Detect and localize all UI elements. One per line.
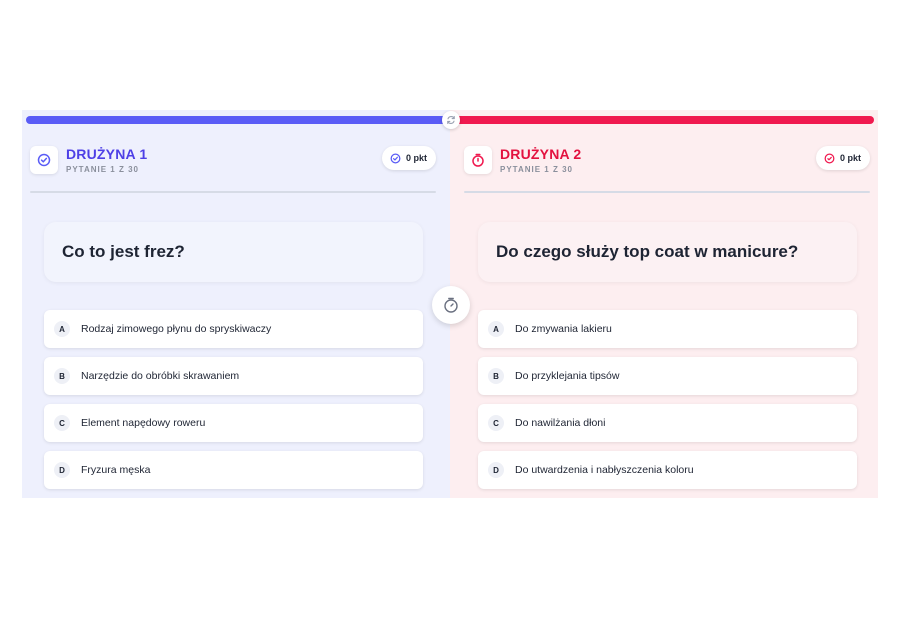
team1-answer-c[interactable]: C Element napędowy roweru — [44, 404, 423, 442]
answer-text: Do nawilżania dłoni — [515, 417, 606, 429]
team2-answer-d[interactable]: D Do utwardzenia i nabłyszczenia koloru — [478, 451, 857, 489]
answer-text: Do przyklejania tipsów — [515, 370, 620, 382]
team1-panel: DRUŻYNA 1 PYTANIE 1 Z 30 0 pkt Co to jes… — [22, 110, 450, 498]
team2-panel: DRUŻYNA 2 PYTANIE 1 Z 30 0 pkt Do czego … — [450, 110, 878, 498]
answer-letter: A — [54, 321, 70, 337]
team1-answer-b[interactable]: B Narzędzie do obróbki skrawaniem — [44, 357, 423, 395]
team2-header: DRUŻYNA 2 PYTANIE 1 Z 30 0 pkt — [464, 146, 870, 176]
answer-letter: D — [54, 462, 70, 478]
team1-question: Co to jest frez? — [44, 222, 423, 282]
team1-score: 0 pkt — [405, 153, 427, 163]
team2-score-badge: 0 pkt — [815, 146, 870, 170]
answer-letter: A — [488, 321, 504, 337]
team2-answer-c[interactable]: C Do nawilżania dłoni — [478, 404, 857, 442]
stopwatch-icon — [432, 286, 470, 324]
answer-text: Narzędzie do obróbki skrawaniem — [81, 370, 240, 382]
answer-text: Element napędowy roweru — [81, 417, 206, 429]
team1-answer-d[interactable]: D Fryzura męska — [44, 451, 423, 489]
team1-progress-bar — [26, 116, 450, 124]
answer-letter: D — [488, 462, 504, 478]
check-circle-icon — [390, 153, 401, 164]
answer-text: Do utwardzenia i nabłyszczenia koloru — [515, 464, 694, 476]
stopwatch-icon — [464, 146, 492, 174]
team2-name: DRUŻYNA 2 — [500, 146, 582, 162]
team2-progress: PYTANIE 1 Z 30 — [500, 165, 573, 174]
answer-letter: B — [54, 368, 70, 384]
answer-letter: C — [488, 415, 504, 431]
team2-question: Do czego służy top coat w manicure? — [478, 222, 857, 282]
team2-answer-a[interactable]: A Do zmywania lakieru — [478, 310, 857, 348]
refresh-icon[interactable] — [442, 111, 460, 129]
team2-progress-bar — [450, 116, 874, 124]
quiz-board: DRUŻYNA 1 PYTANIE 1 Z 30 0 pkt Co to jes… — [22, 110, 878, 498]
check-circle-icon — [30, 146, 58, 174]
team2-score: 0 pkt — [839, 153, 861, 163]
team1-answer-a[interactable]: A Rodzaj zimowego płynu do spryskiwaczy — [44, 310, 423, 348]
x-circle-icon — [824, 153, 835, 164]
team2-answer-b[interactable]: B Do przyklejania tipsów — [478, 357, 857, 395]
answer-letter: B — [488, 368, 504, 384]
answer-letter: C — [54, 415, 70, 431]
team1-score-badge: 0 pkt — [381, 146, 436, 170]
team2-divider — [464, 191, 870, 193]
answer-text: Do zmywania lakieru — [515, 323, 612, 335]
team1-name: DRUŻYNA 1 — [66, 146, 148, 162]
answer-text: Rodzaj zimowego płynu do spryskiwaczy — [81, 323, 272, 335]
team1-divider — [30, 191, 436, 193]
answer-text: Fryzura męska — [81, 464, 151, 476]
team1-header: DRUŻYNA 1 PYTANIE 1 Z 30 0 pkt — [30, 146, 436, 176]
team1-progress: PYTANIE 1 Z 30 — [66, 165, 139, 174]
